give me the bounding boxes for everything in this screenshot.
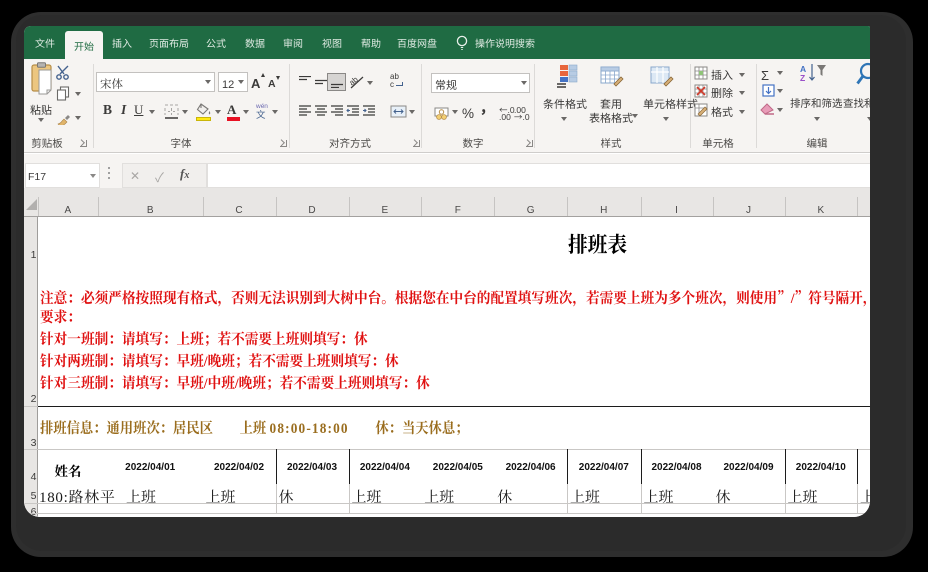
svg-text:ab: ab bbox=[350, 75, 361, 88]
